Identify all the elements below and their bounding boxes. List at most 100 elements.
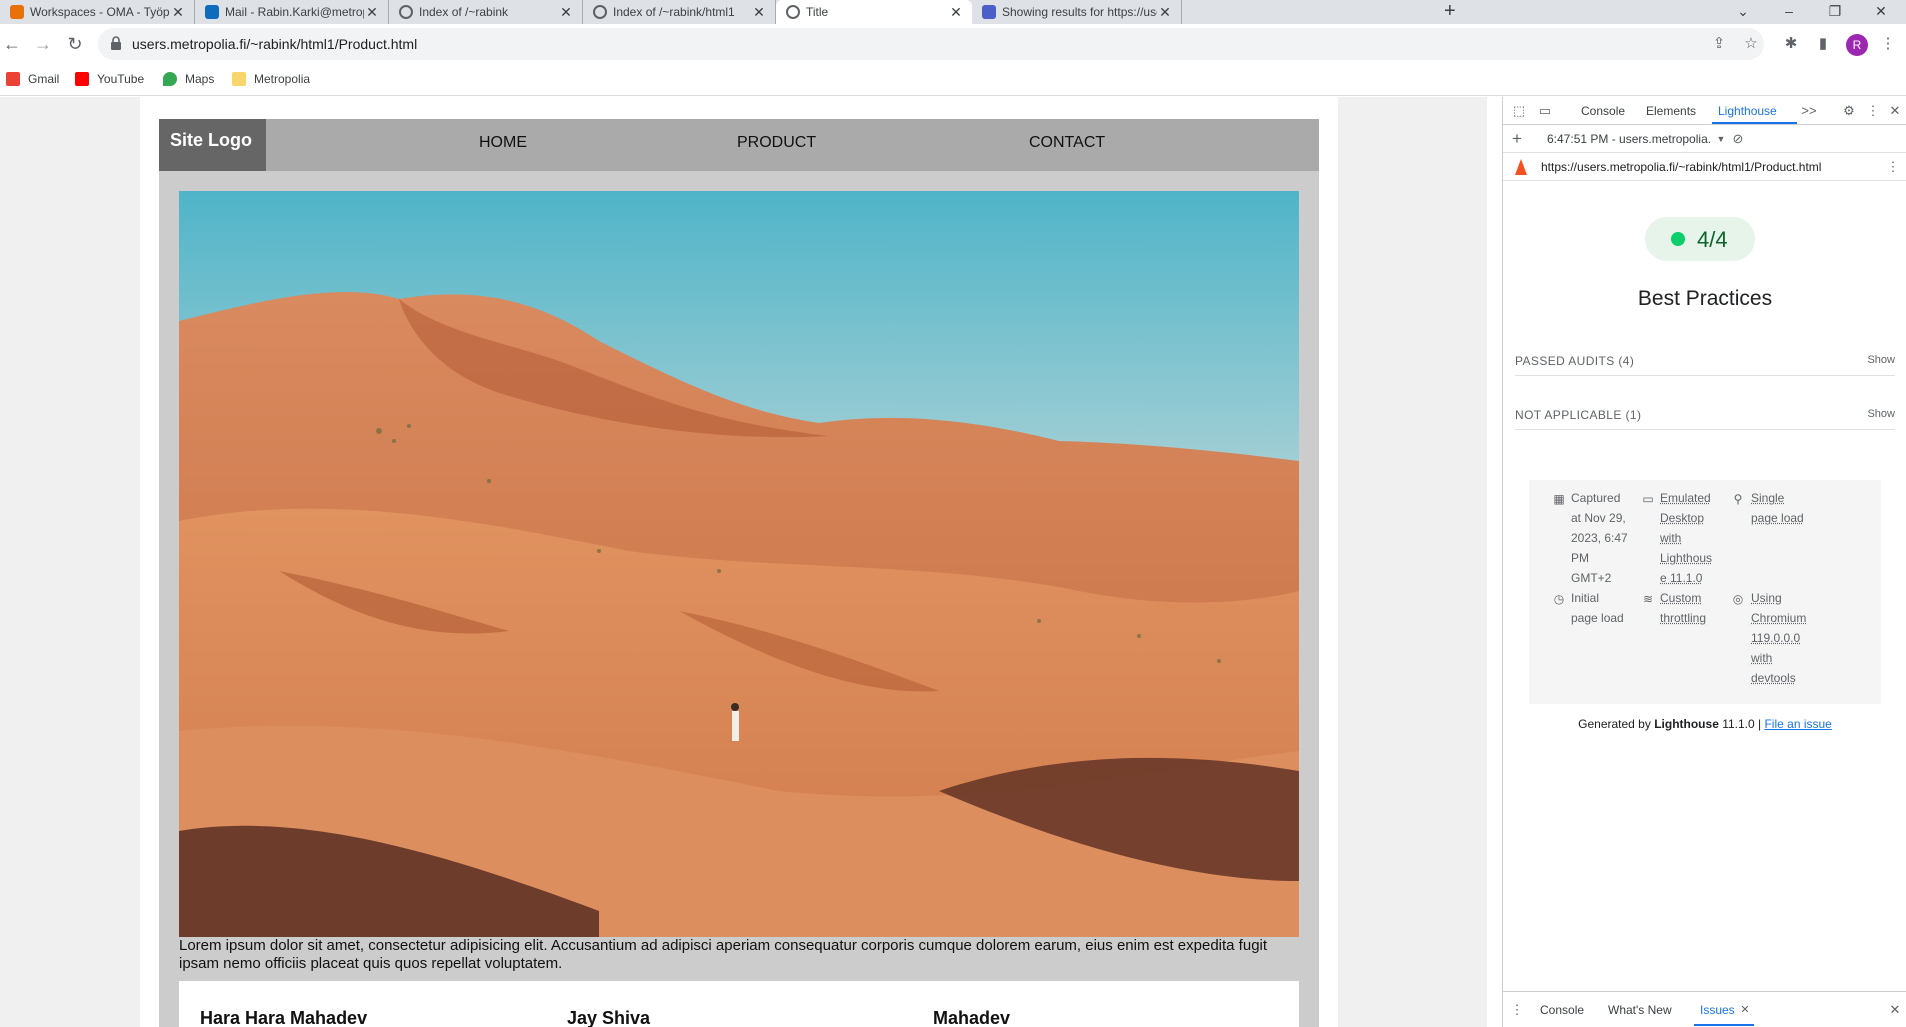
close-tab-icon[interactable]: ✕ (751, 4, 767, 21)
close-tab-icon[interactable]: ✕ (364, 4, 380, 21)
active-tab-underline (1712, 122, 1797, 124)
group-label: PASSED AUDITS (4) (1515, 354, 1635, 368)
bookmark-label: Gmail (28, 72, 60, 86)
devtools-tab-elements[interactable]: Elements (1646, 104, 1696, 118)
card-row: Hara Hara Mahadev Jay Shiva Mahadev (179, 981, 1299, 1027)
bookmark-star-icon[interactable]: ☆ (1741, 34, 1761, 54)
globe-icon (786, 5, 800, 19)
group-label: NOT APPLICABLE (1) (1515, 408, 1642, 422)
back-icon[interactable]: ← (0, 32, 24, 56)
inspect-element-icon[interactable]: ⬚ (1511, 103, 1527, 119)
close-drawer-icon[interactable]: ✕ (1887, 1002, 1903, 1018)
drawer-tab-console[interactable]: Console (1540, 1003, 1584, 1017)
address-bar[interactable]: users.metropolia.fi/~rabink/html1/Produc… (98, 28, 1764, 60)
bookmarks-bar: Gmail YouTube Maps Metropolia (0, 64, 1906, 96)
tab-title: Index of /~rabink (419, 5, 509, 19)
page-container: Site Logo HOME PRODUCT CONTACT Lorem ips… (140, 97, 1338, 1027)
youtube-icon (75, 72, 89, 86)
env-line: page load (1571, 611, 1624, 625)
nav-product-link[interactable]: PRODUCT (737, 134, 816, 152)
env-line: page load (1751, 511, 1804, 525)
nav-contact-link[interactable]: CONTACT (1029, 134, 1105, 152)
bookmark-metropolia[interactable]: Metropolia (232, 72, 310, 86)
show-toggle[interactable]: Show (1867, 408, 1895, 420)
bookmark-maps[interactable]: Maps (163, 72, 214, 86)
share-icon[interactable]: ⇪ (1709, 34, 1729, 54)
env-line: e 11.1.0 (1660, 571, 1703, 585)
timer-icon: ◷ (1553, 592, 1565, 606)
minimize-icon[interactable]: – (1766, 0, 1812, 24)
devtools-panel: ⬚ ▭ Console Elements Lighthouse >> ⚙ ⋮ ✕… (1502, 97, 1906, 1027)
product-description: Lorem ipsum dolor sit amet, consectetur … (179, 937, 1268, 972)
window-close-icon[interactable]: ✕ (1858, 0, 1904, 24)
devtools-close-icon[interactable]: ✕ (1887, 103, 1903, 119)
device-toolbar-icon[interactable]: ▭ (1537, 103, 1553, 119)
card-title: Hara Hara Mahadev (200, 1008, 368, 1027)
reload-icon[interactable]: ↻ (63, 32, 87, 56)
env-line: with (1751, 651, 1773, 665)
chromium-icon: ◎ (1732, 592, 1744, 606)
new-tab-button[interactable]: + (1444, 0, 1456, 24)
site-navbar: Site Logo HOME PRODUCT CONTACT (159, 119, 1319, 171)
drawer-menu-icon[interactable]: ⋮ (1509, 1002, 1525, 1018)
file-issue-link[interactable]: File an issue (1764, 717, 1831, 731)
oma-icon (10, 5, 24, 19)
desert-hero-image (179, 191, 1299, 937)
menu-icon[interactable]: ⋮ (1878, 34, 1898, 54)
drawer-tab-whats-new[interactable]: What's New (1608, 1003, 1672, 1017)
extensions-icon[interactable]: ✱ (1781, 34, 1801, 54)
bookmark-label: Maps (185, 72, 215, 86)
close-tab-icon[interactable]: ✕ (170, 4, 186, 21)
footer-brand: Lighthouse (1654, 717, 1719, 731)
bookmark-youtube[interactable]: YouTube (75, 72, 144, 86)
throttling-info: Custom throttling (1660, 588, 1706, 628)
captured-info: Captured at Nov 29, 2023, 6:47 PM GMT+2 (1571, 488, 1628, 588)
side-panel-icon[interactable]: ▮ (1813, 34, 1833, 54)
score-badge: 4/4 (1645, 217, 1755, 261)
globe-icon (399, 5, 413, 19)
restore-icon[interactable]: ❐ (1812, 0, 1858, 24)
not-applicable-group[interactable]: NOT APPLICABLE (1) Show (1515, 400, 1895, 430)
dropdown-arrow-icon[interactable]: ▼ (1713, 131, 1729, 147)
env-line: with (1660, 531, 1682, 545)
report-selector[interactable]: 6:47:51 PM - users.metropolia. (1547, 132, 1711, 146)
close-tab-icon[interactable]: ✕ (1157, 4, 1173, 21)
wifi-icon: ≋ (1642, 592, 1654, 606)
show-toggle[interactable]: Show (1867, 354, 1895, 366)
pass-dot-icon (1671, 232, 1685, 246)
report-url[interactable]: https://users.metropolia.fi/~rabink/html… (1541, 160, 1821, 174)
close-tab-icon[interactable]: ✕ (948, 4, 964, 21)
bookmark-gmail[interactable]: Gmail (6, 72, 59, 86)
env-line: throttling (1660, 611, 1707, 625)
page-viewport: Site Logo HOME PRODUCT CONTACT Lorem ips… (0, 97, 1487, 1027)
new-report-icon[interactable]: + (1509, 130, 1525, 147)
nav-home-link[interactable]: HOME (479, 134, 527, 152)
tab-workspaces[interactable]: Workspaces - OMA - Työpöytä ✕ (0, 0, 195, 24)
tab-index-html1[interactable]: Index of /~rabink/html1 ✕ (583, 0, 776, 24)
devtools-tab-console[interactable]: Console (1581, 104, 1625, 118)
drawer-tab-issues[interactable]: Issues (1700, 1003, 1735, 1017)
tab-search-results[interactable]: Showing results for https://users ✕ (972, 0, 1182, 24)
tab-title-active[interactable]: Title ✕ (776, 0, 972, 24)
site-logo[interactable]: Site Logo (159, 119, 266, 171)
devtools-menu-icon[interactable]: ⋮ (1865, 103, 1881, 119)
close-tab-icon[interactable]: ✕ (558, 4, 574, 21)
forward-icon[interactable]: → (31, 32, 55, 56)
close-issues-tab-icon[interactable]: ✕ (1737, 1002, 1753, 1018)
passed-audits-group[interactable]: PASSED AUDITS (4) Show (1515, 346, 1895, 376)
url-text: users.metropolia.fi/~rabink/html1/Produc… (132, 36, 418, 52)
settings-gear-icon[interactable]: ⚙ (1841, 103, 1857, 119)
env-line: Lighthous (1660, 551, 1713, 565)
tab-mail[interactable]: Mail - Rabin.Karki@metropolia.fi ✕ (195, 0, 389, 24)
env-line: 119.0.0.0 (1751, 631, 1801, 645)
tab-index-rabink[interactable]: Index of /~rabink ✕ (389, 0, 583, 24)
single-load-info: Single page load (1751, 488, 1804, 528)
report-url-bar: https://users.metropolia.fi/~rabink/html… (1503, 153, 1906, 181)
devtools-tab-lighthouse[interactable]: Lighthouse (1718, 104, 1777, 118)
more-tabs-icon[interactable]: >> (1801, 103, 1817, 119)
profile-avatar[interactable]: R (1846, 34, 1868, 56)
env-line: PM (1571, 551, 1589, 565)
clear-reports-icon[interactable]: ⊘ (1730, 131, 1746, 147)
report-menu-icon[interactable]: ⋮ (1885, 159, 1901, 175)
tab-search-icon[interactable]: ⌄ (1720, 0, 1766, 24)
